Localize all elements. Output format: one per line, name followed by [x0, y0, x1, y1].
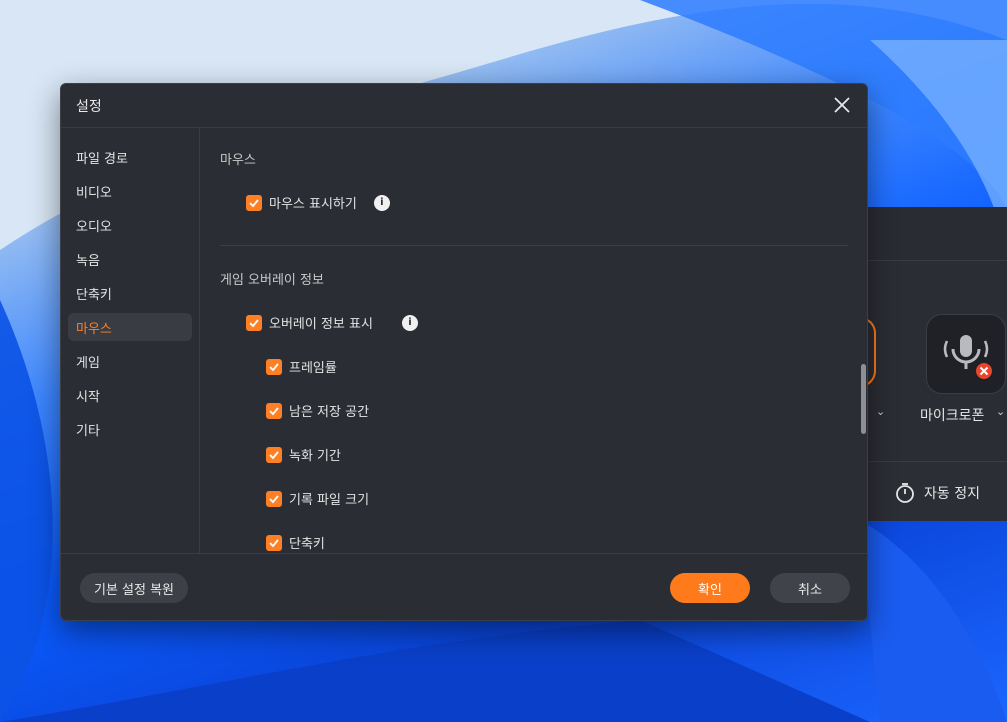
hotkeys-label: 단축키 — [289, 537, 325, 552]
sidebar-item-other[interactable]: 기타 — [68, 415, 192, 443]
checkmark-icon — [269, 362, 279, 371]
dialog-footer: 기본 설정 복원 확인 취소 — [61, 553, 867, 620]
file-size-checkbox[interactable] — [266, 490, 282, 507]
microphone-toggle[interactable] — [926, 314, 1006, 394]
overlay-option-free-space[interactable]: 남은 저장 공간 — [266, 401, 369, 420]
sidebar-item-hotkeys[interactable]: 단축키 — [68, 279, 192, 307]
ok-button[interactable]: 확인 — [670, 573, 750, 603]
sidebar-item-startup[interactable]: 시작 — [68, 381, 192, 409]
free-space-checkbox[interactable] — [266, 402, 282, 419]
show-mouse-option[interactable]: 마우스 표시하기 i — [246, 193, 390, 212]
mouse-section-title: 마우스 — [220, 153, 256, 168]
dialog-titlebar: 설정 — [61, 84, 867, 128]
sidebar-item-file-path[interactable]: 파일 경로 — [68, 143, 192, 171]
free-space-label: 남은 저장 공간 — [289, 405, 370, 420]
frame-rate-label: 프레임률 — [289, 361, 337, 376]
overlay-option-file-size[interactable]: 기록 파일 크기 — [266, 489, 369, 508]
hotkeys-checkbox[interactable] — [266, 534, 282, 551]
settings-content: 마우스 마우스 표시하기 i 게임 오버레이 정보 오버레이 정보 표시 i 프… — [201, 128, 867, 553]
restore-defaults-button[interactable]: 기본 설정 복원 — [80, 573, 188, 603]
show-overlay-label: 오버레이 정보 표시 — [269, 317, 373, 332]
checkmark-icon — [269, 538, 279, 547]
close-icon[interactable] — [831, 94, 853, 116]
settings-dialog: 설정 파일 경로 비디오 오디오 녹음 단축키 마우스 게임 시작 기타 마우스… — [60, 83, 868, 621]
sidebar-item-mouse[interactable]: 마우스 — [68, 313, 192, 341]
timer-icon — [896, 483, 914, 503]
checkmark-icon — [249, 318, 259, 327]
overlay-section-title: 게임 오버레이 정보 — [220, 273, 324, 288]
sidebar-item-game[interactable]: 게임 — [68, 347, 192, 375]
dialog-title: 설정 — [76, 99, 102, 115]
cancel-button[interactable]: 취소 — [770, 573, 850, 603]
chevron-down-icon[interactable]: ⌄ — [876, 405, 885, 418]
chevron-down-icon[interactable]: ⌄ — [996, 405, 1005, 418]
overlay-option-hotkeys[interactable]: 단축키 — [266, 533, 325, 552]
settings-sidebar: 파일 경로 비디오 오디오 녹음 단축키 마우스 게임 시작 기타 — [61, 128, 200, 553]
info-icon[interactable]: i — [401, 314, 418, 331]
overlay-option-duration[interactable]: 녹화 기간 — [266, 445, 341, 464]
sidebar-item-video[interactable]: 비디오 — [68, 177, 192, 205]
scrollbar-thumb[interactable] — [861, 364, 866, 434]
checkmark-icon — [269, 494, 279, 503]
duration-checkbox[interactable] — [266, 446, 282, 463]
auto-stop-label: 자동 정지 — [924, 486, 980, 502]
file-size-label: 기록 파일 크기 — [289, 493, 370, 508]
microphone-label: 마이크로폰 — [920, 408, 985, 424]
checkmark-icon — [249, 198, 259, 207]
microphone-icon — [943, 335, 992, 379]
section-divider — [220, 245, 848, 246]
checkmark-icon — [269, 406, 279, 415]
show-overlay-checkbox[interactable] — [246, 314, 262, 331]
show-mouse-label: 마우스 표시하기 — [269, 197, 357, 212]
auto-stop-button[interactable]: 자동 정지 — [894, 482, 980, 504]
sidebar-item-recording[interactable]: 녹음 — [68, 245, 192, 273]
duration-label: 녹화 기간 — [289, 449, 341, 464]
frame-rate-checkbox[interactable] — [266, 358, 282, 375]
checkmark-icon — [269, 450, 279, 459]
show-overlay-option[interactable]: 오버레이 정보 표시 i — [246, 313, 418, 332]
sidebar-item-audio[interactable]: 오디오 — [68, 211, 192, 239]
show-mouse-checkbox[interactable] — [246, 194, 262, 211]
info-icon[interactable]: i — [373, 194, 390, 211]
overlay-option-frame-rate[interactable]: 프레임률 — [266, 357, 337, 376]
